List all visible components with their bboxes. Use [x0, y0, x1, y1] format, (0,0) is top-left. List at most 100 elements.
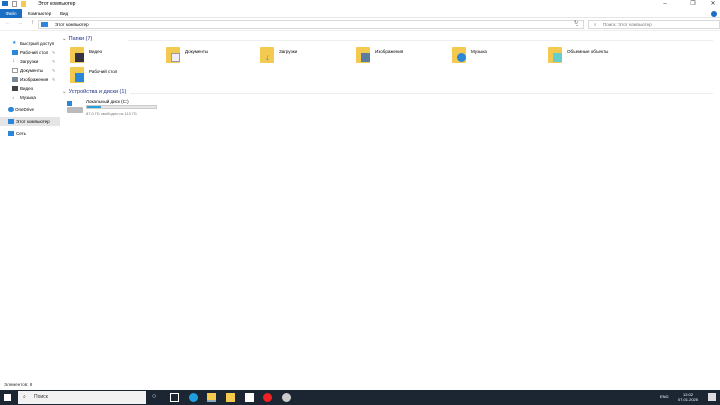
sidebar-item-video[interactable]: Видео	[0, 84, 60, 93]
folder-documents[interactable]: Документы	[166, 47, 256, 65]
folder-label: Рабочий стол	[89, 69, 118, 74]
language-indicator[interactable]: ENG	[660, 394, 669, 399]
task-view-icon[interactable]	[170, 393, 179, 402]
pin-icon: ✎	[52, 50, 56, 55]
drive-icon	[67, 107, 83, 113]
windows-logo-icon	[67, 101, 72, 106]
tab-file[interactable]: Файл	[0, 9, 22, 18]
close-button[interactable]: ✕	[706, 0, 720, 8]
cloud-icon	[8, 107, 14, 112]
sidebar-item-onedrive[interactable]: OneDrive	[0, 105, 60, 114]
sidebar-item-label: Документы	[20, 68, 44, 73]
sidebar-item-this-pc[interactable]: Этот компьютер	[0, 117, 60, 126]
drive-usage-fill	[87, 106, 102, 108]
music-icon: ♪	[12, 95, 15, 100]
clock[interactable]: 12:02 07.01.2025	[678, 392, 698, 402]
sidebar-item-quick-access[interactable]: ★ Быстрый доступ	[0, 39, 60, 48]
sidebar-item-label: Видео	[20, 86, 34, 91]
chevron-down-icon: ⌄	[62, 89, 67, 95]
taskbar-search[interactable]: ⌕ Поиск	[18, 391, 146, 404]
music-icon	[457, 53, 466, 62]
network-icon	[8, 131, 14, 136]
yandex-browser-icon[interactable]	[263, 393, 272, 402]
sidebar-item-downloads[interactable]: ↓ Загрузки ✎	[0, 57, 60, 66]
properties-icon[interactable]	[12, 1, 17, 7]
computer-icon	[41, 22, 48, 27]
refresh-button[interactable]: ↻	[574, 20, 578, 26]
pin-icon: ✎	[52, 77, 56, 82]
edge-icon[interactable]	[189, 393, 198, 402]
cortana-icon[interactable]: ○	[152, 393, 161, 402]
up-button[interactable]: ↑	[31, 20, 34, 26]
notifications-icon[interactable]	[708, 393, 716, 401]
drive-name: Локальный диск (C:)	[86, 99, 129, 104]
sidebar-item-label: Загрузки	[20, 59, 39, 64]
maximize-button[interactable]: ❐	[686, 0, 700, 8]
start-button[interactable]	[4, 394, 11, 401]
ribbon: Файл Компьютер Вид	[0, 9, 720, 18]
address-path: Этот компьютер	[55, 22, 89, 27]
folder-video[interactable]: Видео	[70, 47, 160, 65]
sidebar-item-desktop[interactable]: Рабочий стол ✎	[0, 48, 60, 57]
pin-icon: ✎	[52, 59, 56, 64]
desktop-icon	[12, 50, 18, 55]
sidebar-item-documents[interactable]: Документы ✎	[0, 66, 60, 75]
title-bar: Этот компьютер – ❐ ✕	[0, 0, 720, 9]
clock-date: 07.01.2025	[677, 397, 698, 402]
sidebar-item-label: Сеть	[16, 131, 27, 136]
new-folder-icon[interactable]	[21, 1, 26, 7]
sidebar-item-network[interactable]: Сеть	[0, 129, 60, 138]
status-bar-text: Элементов: 8	[4, 382, 33, 387]
drive-free-space: 87,0 ГБ свободно из 110 ГБ	[86, 111, 137, 116]
drive-usage-bar	[86, 105, 157, 109]
store-icon[interactable]	[226, 393, 235, 402]
documents-icon	[12, 68, 18, 73]
video-icon	[75, 53, 84, 62]
app-icon[interactable]	[282, 393, 291, 402]
download-icon: ↓	[265, 52, 270, 62]
desktop-icon	[75, 73, 84, 82]
tab-view[interactable]: Вид	[56, 9, 72, 18]
folder-pictures[interactable]: Изображения	[356, 47, 446, 65]
folder-label: Загрузки	[279, 49, 298, 54]
sidebar-item-music[interactable]: ♪ Музыка	[0, 93, 60, 102]
address-bar[interactable]: Этот компьютер ⌄	[38, 20, 584, 29]
folder-label: Объемные объекты	[567, 49, 609, 54]
search-icon: ⌕	[23, 394, 26, 400]
folder-label: Видео	[89, 49, 103, 54]
folder-label: Документы	[185, 49, 209, 54]
folder-music[interactable]: Музыка	[452, 47, 542, 65]
window-title: Этот компьютер	[38, 1, 76, 7]
folders-group-header[interactable]: ⌄ Папки (7)	[62, 36, 92, 42]
address-row: ← → ↑ Этот компьютер ⌄ ↻ ⌕ Поиск: Этот к…	[0, 18, 720, 31]
folder-label: Изображения	[375, 49, 404, 54]
forward-button[interactable]: →	[17, 20, 23, 26]
sidebar-item-label: OneDrive	[15, 107, 35, 112]
folder-desktop[interactable]: Рабочий стол	[70, 67, 160, 85]
chevron-down-icon: ⌄	[62, 36, 67, 42]
mail-icon[interactable]	[245, 393, 254, 402]
sidebar-item-label: Рабочий стол	[20, 50, 49, 55]
search-icon: ⌕	[594, 22, 597, 27]
tab-computer[interactable]: Компьютер	[24, 9, 55, 18]
folder-downloads[interactable]: ↓ Загрузки	[260, 47, 350, 65]
minimize-button[interactable]: –	[658, 0, 672, 8]
folder-3d-objects[interactable]: Объемные объекты	[548, 47, 638, 65]
sidebar-item-label: Изображения	[20, 77, 49, 82]
help-icon[interactable]	[711, 11, 717, 17]
divider	[130, 93, 713, 94]
sidebar-item-pictures[interactable]: Изображения ✎	[0, 75, 60, 84]
video-icon	[12, 86, 18, 91]
cube-icon	[553, 53, 562, 62]
taskbar-search-label: Поиск	[34, 394, 48, 400]
back-button[interactable]: ←	[5, 20, 11, 26]
star-icon: ★	[12, 40, 17, 46]
devices-group-header[interactable]: ⌄ Устройства и диски (1)	[62, 89, 126, 95]
drive-c[interactable]: Локальный диск (C:) 87,0 ГБ свободно из …	[66, 99, 166, 119]
file-explorer-icon[interactable]	[207, 393, 216, 402]
pictures-icon	[12, 77, 18, 82]
group-title: Папки (7)	[68, 36, 93, 42]
taskbar: ⌕ Поиск ○ ENG 12:02 07.01.2025	[0, 390, 720, 405]
search-input[interactable]: ⌕ Поиск: Этот компьютер	[588, 20, 720, 29]
download-icon: ↓	[12, 58, 15, 64]
